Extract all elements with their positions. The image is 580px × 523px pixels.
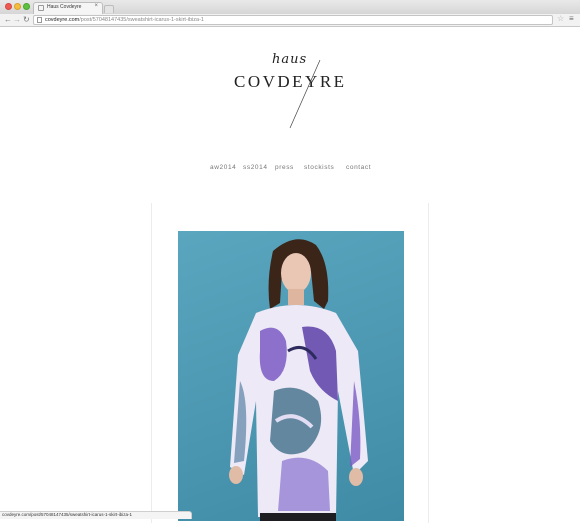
site-logo[interactable]: haus COVDEYRE [228, 52, 358, 132]
zoom-window-icon[interactable] [23, 3, 30, 10]
nav-stockists[interactable]: stockists [304, 164, 334, 171]
back-arrow-icon[interactable]: ← [4, 15, 12, 25]
hamburger-menu-icon[interactable]: ≡ [569, 14, 574, 23]
tab-title: Haus Covdeyre [47, 4, 82, 10]
browser-tab[interactable]: Haus Covdeyre × [33, 2, 103, 14]
reload-icon[interactable]: ↻ [23, 15, 30, 25]
nav-ss2014[interactable]: ss2014 [243, 164, 268, 171]
page-icon [37, 17, 42, 23]
page-content: haus COVDEYRE aw2014 ss2014 press stocki… [0, 28, 580, 523]
star-icon[interactable]: ☆ [557, 14, 564, 23]
nav-contact[interactable]: contact [346, 164, 371, 171]
new-tab-button[interactable] [104, 5, 114, 13]
url-host: covdeyre.com [45, 17, 80, 23]
url-text[interactable]: covdeyre.com/post/57048147435/sweatshirt… [45, 17, 204, 23]
page-favicon-icon [38, 5, 44, 11]
post-photo[interactable] [178, 231, 404, 521]
tab-close-icon[interactable]: × [94, 3, 98, 9]
post-container [151, 203, 429, 523]
address-bar[interactable]: covdeyre.com/post/57048147435/sweatshirt… [33, 15, 553, 25]
model-illustration [229, 239, 368, 521]
minimize-window-icon[interactable] [14, 3, 21, 10]
browser-toolbar: ← → ↻ covdeyre.com/post/57048147435/swea… [0, 14, 580, 27]
main-nav: aw2014 ss2014 press stockists contact [210, 164, 385, 174]
nav-aw2014[interactable]: aw2014 [210, 164, 236, 171]
logo-slash [289, 59, 321, 129]
browser-titlebar: Haus Covdeyre × [0, 0, 580, 14]
forward-arrow-icon[interactable]: → [13, 15, 21, 25]
url-path: /post/57048147435/sweatshirt-icarus-1-sk… [79, 17, 204, 23]
close-window-icon[interactable] [5, 3, 12, 10]
nav-press[interactable]: press [275, 164, 294, 171]
status-url: covdeyre.com/post/57048147435/sweatshirt… [2, 512, 133, 517]
